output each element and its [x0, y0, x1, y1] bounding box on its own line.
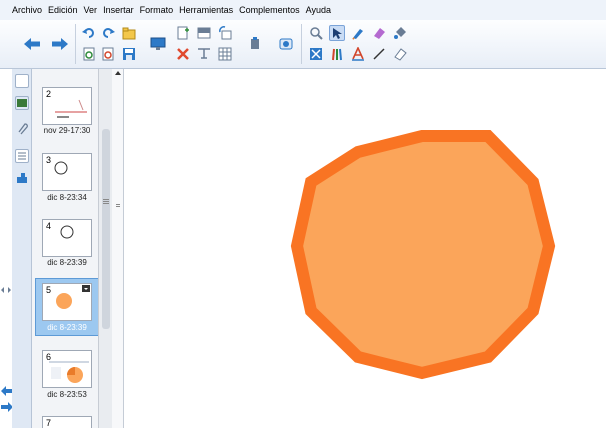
properties-icon[interactable] — [392, 46, 408, 62]
menu-archivo[interactable]: Archivo — [12, 5, 42, 15]
sorter-scrollbar[interactable] — [98, 69, 112, 428]
slide-thumbnail-5[interactable]: 5 — [42, 283, 92, 321]
menu-ver[interactable]: Ver — [84, 5, 98, 15]
select-icon[interactable] — [329, 25, 345, 41]
circle-outline-icon — [60, 225, 74, 239]
slide-6-preview — [49, 361, 89, 383]
open-icon[interactable] — [121, 25, 137, 41]
expand-sidebar-icon[interactable] — [1, 287, 11, 293]
toolbar — [0, 20, 606, 69]
slide-number: 2 — [46, 89, 52, 99]
slide-label: dic 8-23:34 — [47, 193, 87, 202]
menu-edicion[interactable]: Edición — [48, 5, 78, 15]
menu-ayuda[interactable]: Ayuda — [306, 5, 331, 15]
menu-herramientas[interactable]: Herramientas — [179, 5, 233, 15]
slide-number: 3 — [46, 155, 52, 165]
slide-thumbnail-2[interactable]: 2 — [42, 87, 92, 125]
measurement-icon[interactable] — [276, 34, 296, 54]
display-icon[interactable] — [148, 34, 168, 54]
attachments-tab-icon[interactable] — [15, 121, 29, 135]
pens-icon[interactable] — [350, 25, 366, 41]
eraser-icon[interactable] — [371, 25, 387, 41]
menu-bar: Archivo Edición Ver Insertar Formato Her… — [0, 0, 606, 20]
panel-splitter[interactable] — [112, 69, 124, 428]
page-sorter-tab-icon[interactable] — [15, 74, 29, 88]
sidebar-tabs — [12, 69, 32, 428]
line-icon[interactable] — [371, 46, 387, 62]
screen-capture-icon[interactable] — [196, 46, 212, 62]
slide-label: dic 8-23:39 — [47, 258, 87, 267]
slide-thumbnail-4[interactable]: 4 — [42, 219, 92, 257]
whiteboard-canvas[interactable] — [124, 69, 606, 428]
properties-tab-icon[interactable] — [15, 149, 29, 163]
text-icon[interactable] — [350, 46, 366, 62]
creative-pens-icon[interactable] — [329, 46, 345, 62]
scrollbar-thumb[interactable] — [102, 129, 110, 329]
back-arrow-icon[interactable] — [22, 34, 42, 54]
add-page-icon[interactable] — [175, 25, 191, 41]
redo-icon[interactable] — [100, 25, 116, 41]
slide-number: 5 — [46, 285, 52, 295]
slide-2-preview — [55, 99, 87, 118]
slide-label: dic 8-23:39 — [47, 323, 87, 332]
table-icon[interactable] — [217, 46, 233, 62]
slide-thumbnail-6[interactable]: 6 — [42, 350, 92, 388]
page-recycle-icon[interactable] — [100, 46, 116, 62]
new-page-icon[interactable] — [81, 46, 97, 62]
slide-number: 4 — [46, 221, 52, 231]
delete-icon[interactable] — [175, 46, 191, 62]
document-camera-icon[interactable] — [245, 34, 265, 54]
slide-label: dic 8-23:53 — [47, 390, 87, 399]
slide-thumbnail-3[interactable]: 3 — [42, 153, 92, 191]
left-edge — [0, 69, 13, 428]
menu-insertar[interactable]: Insertar — [103, 5, 134, 15]
slide-thumbnail-7[interactable]: 7 — [42, 416, 92, 428]
circle-outline-icon — [54, 161, 68, 175]
forward-arrow-icon[interactable] — [50, 34, 70, 54]
gallery-tab-icon[interactable] — [15, 96, 29, 110]
save-icon[interactable] — [121, 46, 137, 62]
screen-shade-icon[interactable] — [196, 25, 212, 41]
canvas-drawing — [290, 130, 556, 380]
addons-tab-icon[interactable] — [15, 171, 29, 185]
splitter-up-icon[interactable] — [115, 71, 121, 75]
undo-icon[interactable] — [81, 25, 97, 41]
fill-icon[interactable] — [392, 25, 408, 41]
dodecagon-shape[interactable] — [290, 130, 556, 380]
slide-number: 7 — [46, 418, 52, 428]
full-screen-icon[interactable] — [308, 46, 324, 62]
rotate-page-icon[interactable] — [217, 25, 233, 41]
slide-label: nov 29-17:30 — [43, 126, 91, 135]
magnifier-icon[interactable] — [308, 25, 324, 41]
menu-formato[interactable]: Formato — [140, 5, 174, 15]
slide-menu-icon[interactable] — [82, 285, 90, 292]
menu-complementos[interactable]: Complementos — [239, 5, 300, 15]
orange-circle-icon — [56, 293, 72, 309]
